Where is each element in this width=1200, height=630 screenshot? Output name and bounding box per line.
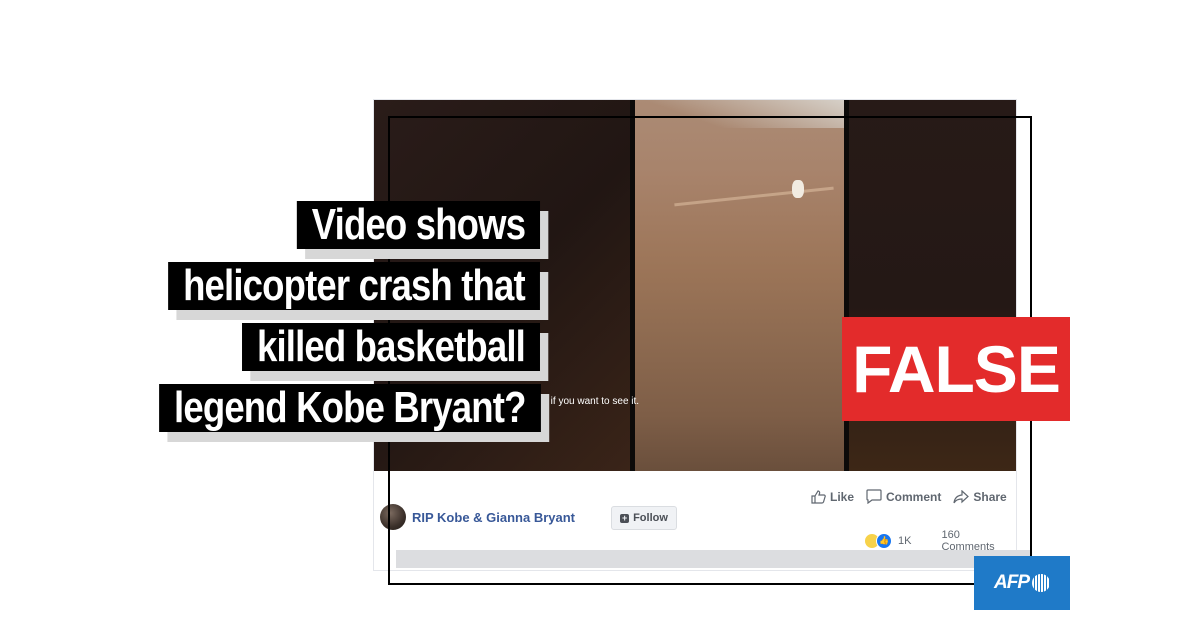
headline-line: legend Kobe Bryant? [158,384,540,432]
afp-logo: AFP [974,556,1070,610]
headline-line: helicopter crash that [168,262,540,310]
headline-line: Video shows [296,201,540,249]
headline-line: killed basketball [242,323,540,371]
globe-icon [1032,574,1050,592]
false-rating-badge: FALSE [842,317,1070,421]
afp-logo-text: AFP [994,572,1030,593]
